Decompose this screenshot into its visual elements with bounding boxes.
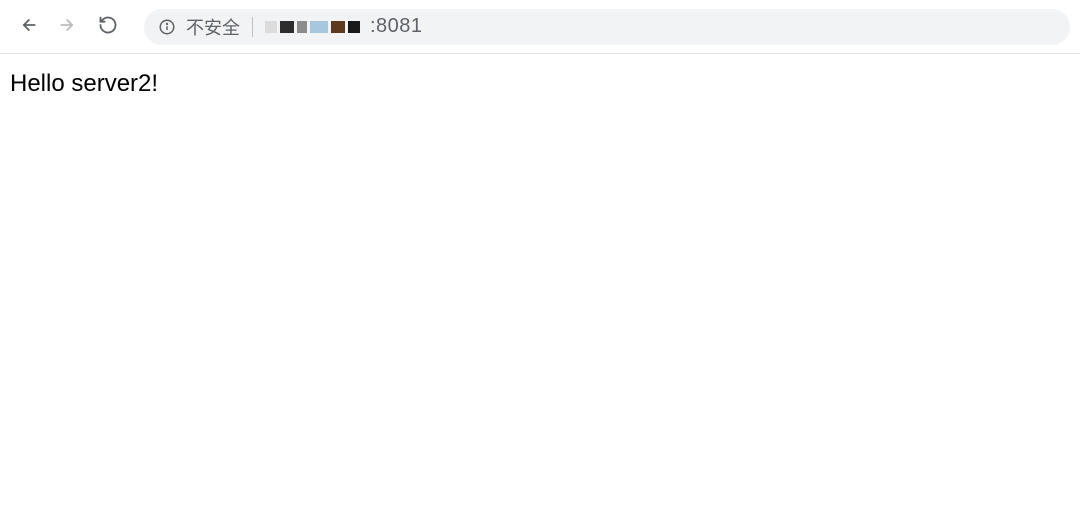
address-bar[interactable]: 不安全 :8081 <box>144 9 1070 45</box>
arrow-left-icon <box>18 15 38 38</box>
url-port: :8081 <box>370 15 423 38</box>
address-divider <box>252 17 253 37</box>
info-icon <box>158 18 176 36</box>
security-status-label: 不安全 <box>186 14 240 40</box>
page-body-text: Hello server2! <box>10 70 1070 98</box>
reload-icon <box>98 15 118 38</box>
browser-toolbar: 不安全 :8081 <box>0 0 1080 54</box>
back-button[interactable] <box>10 9 46 45</box>
arrow-right-icon <box>58 15 78 38</box>
obscured-host <box>265 21 360 33</box>
forward-button[interactable] <box>50 9 86 45</box>
page-content: Hello server2! <box>0 54 1080 114</box>
reload-button[interactable] <box>90 9 126 45</box>
